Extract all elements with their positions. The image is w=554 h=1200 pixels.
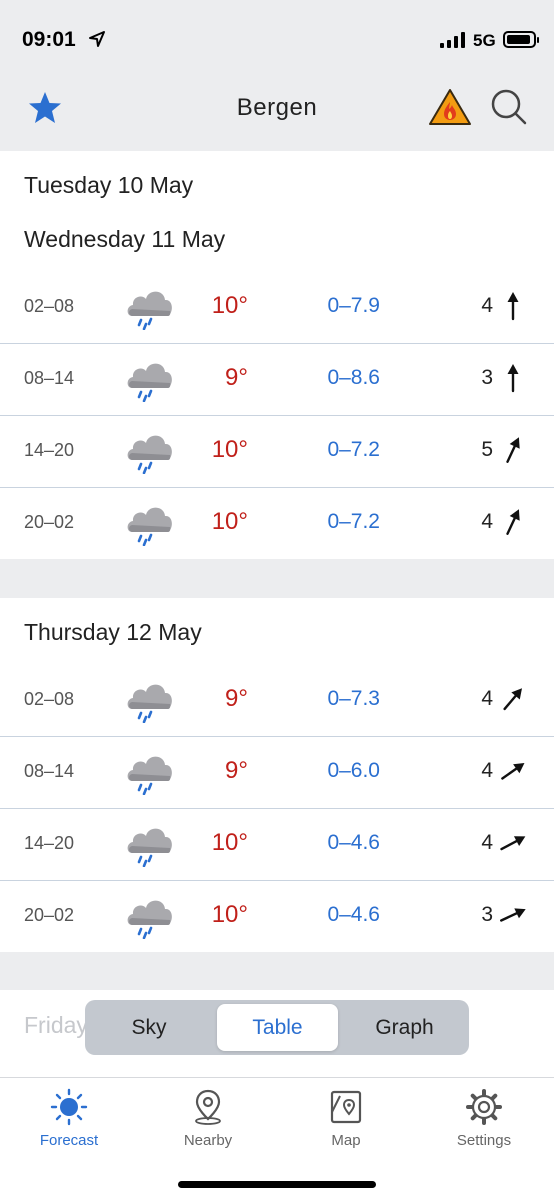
temperature: 10° xyxy=(211,508,248,535)
tab-label: Nearby xyxy=(183,1132,233,1149)
view-switcher: Sky Table Graph xyxy=(85,1000,469,1055)
tab-settings[interactable]: Settings xyxy=(429,1088,539,1149)
wind-direction-arrow-icon xyxy=(507,292,519,321)
rain-cloud-icon xyxy=(127,435,172,474)
rain-cloud-icon xyxy=(127,684,172,723)
rain-cloud-icon xyxy=(127,363,172,402)
precipitation: 0–7.2 xyxy=(327,438,380,461)
time-period: 14–20 xyxy=(24,833,75,853)
temperature: 10° xyxy=(211,829,248,856)
day-title[interactable]: Tuesday 10 May xyxy=(24,172,193,199)
wind-direction-arrow-icon xyxy=(506,437,520,463)
wind-speed: 4 xyxy=(481,294,493,317)
tab-map[interactable]: Map xyxy=(291,1088,401,1149)
wind-speed: 4 xyxy=(481,759,493,782)
temperature: 10° xyxy=(211,901,248,928)
time-period: 02–08 xyxy=(24,296,75,316)
map-icon xyxy=(330,1090,362,1124)
location-pin-icon xyxy=(195,1089,221,1125)
forecast-row[interactable]: 20–02 10° 0–4.6 3 xyxy=(0,881,554,953)
time-period: 14–20 xyxy=(24,440,75,460)
tab-forecast[interactable]: Forecast xyxy=(14,1088,124,1149)
location-services-icon xyxy=(89,31,105,47)
rain-cloud-icon xyxy=(127,828,172,867)
sun-icon xyxy=(50,1088,88,1126)
precipitation: 0–7.3 xyxy=(327,687,380,710)
temperature: 9° xyxy=(225,685,248,712)
time-period: 02–08 xyxy=(24,689,75,709)
gear-icon xyxy=(466,1089,502,1125)
view-option-sky[interactable]: Sky xyxy=(89,1004,209,1051)
precipitation: 0–4.6 xyxy=(327,903,380,926)
time-period: 20–02 xyxy=(24,512,75,532)
view-option-table[interactable]: Table xyxy=(217,1004,338,1051)
wind-speed: 4 xyxy=(481,510,493,533)
day-title[interactable]: Wednesday 11 May xyxy=(24,226,225,253)
wind-speed: 4 xyxy=(481,831,493,854)
wind-direction-arrow-icon xyxy=(501,762,525,780)
network-type: 5G xyxy=(473,31,496,50)
wind-direction-arrow-icon xyxy=(507,364,519,393)
nav-bar: Bergen xyxy=(0,80,554,150)
wind-speed: 5 xyxy=(481,438,493,461)
rain-cloud-icon xyxy=(127,291,172,330)
battery-icon xyxy=(503,31,539,48)
time-period: 08–14 xyxy=(24,368,75,388)
day-title[interactable]: Friday xyxy=(24,1012,88,1039)
tab-nearby[interactable]: Nearby xyxy=(153,1088,263,1149)
precipitation: 0–6.0 xyxy=(327,759,380,782)
tab-label: Settings xyxy=(456,1132,512,1149)
wind-speed: 3 xyxy=(481,903,493,926)
wind-speed: 3 xyxy=(481,366,493,389)
temperature: 9° xyxy=(225,757,248,784)
precipitation: 0–7.2 xyxy=(327,510,380,533)
day-title[interactable]: Thursday 12 May xyxy=(24,619,202,646)
precipitation: 0–4.6 xyxy=(327,831,380,854)
temperature: 9° xyxy=(225,364,248,391)
wind-direction-arrow-icon xyxy=(500,836,526,851)
forecast-row[interactable]: 02–08 10° 0–7.9 4 xyxy=(0,272,554,344)
tab-label: Map xyxy=(331,1132,361,1149)
wind-direction-arrow-icon xyxy=(500,908,526,922)
view-option-graph[interactable]: Graph xyxy=(344,1004,465,1051)
forecast-row[interactable]: 20–02 10° 0–7.2 4 xyxy=(0,488,554,560)
forecast-row[interactable]: 02–08 9° 0–7.3 4 xyxy=(0,665,554,737)
precipitation: 0–7.9 xyxy=(327,294,380,317)
search-icon[interactable] xyxy=(490,88,528,126)
time-period: 08–14 xyxy=(24,761,75,781)
wind-direction-arrow-icon xyxy=(503,688,522,711)
tab-label: Forecast xyxy=(39,1132,99,1149)
wind-direction-arrow-icon xyxy=(506,509,520,535)
cellular-signal-icon xyxy=(440,32,465,48)
temperature: 10° xyxy=(211,436,248,463)
day-card: Thursday 12 May 02–08 9° 0–7.3 4 08–14 9… xyxy=(0,598,554,952)
precipitation: 0–8.6 xyxy=(327,366,380,389)
rain-cloud-icon xyxy=(127,900,172,939)
wind-speed: 4 xyxy=(481,687,493,710)
time-period: 20–02 xyxy=(24,905,75,925)
forecast-row[interactable]: 14–20 10° 0–4.6 4 xyxy=(0,809,554,881)
forest-fire-warning-icon[interactable] xyxy=(428,87,472,127)
status-bar: 09:01 5G xyxy=(0,0,554,80)
day-card: Tuesday 10 May Wednesday 11 May 02–08 10… xyxy=(0,151,554,559)
forecast-row[interactable]: 14–20 10° 0–7.2 5 xyxy=(0,416,554,488)
rain-cloud-icon xyxy=(127,756,172,795)
forecast-row[interactable]: 08–14 9° 0–6.0 4 xyxy=(0,737,554,809)
rain-cloud-icon xyxy=(127,507,172,546)
temperature: 10° xyxy=(211,292,248,319)
status-time: 09:01 xyxy=(22,28,76,51)
forecast-row[interactable]: 08–14 9° 0–8.6 3 xyxy=(0,344,554,416)
home-indicator[interactable] xyxy=(178,1181,376,1188)
